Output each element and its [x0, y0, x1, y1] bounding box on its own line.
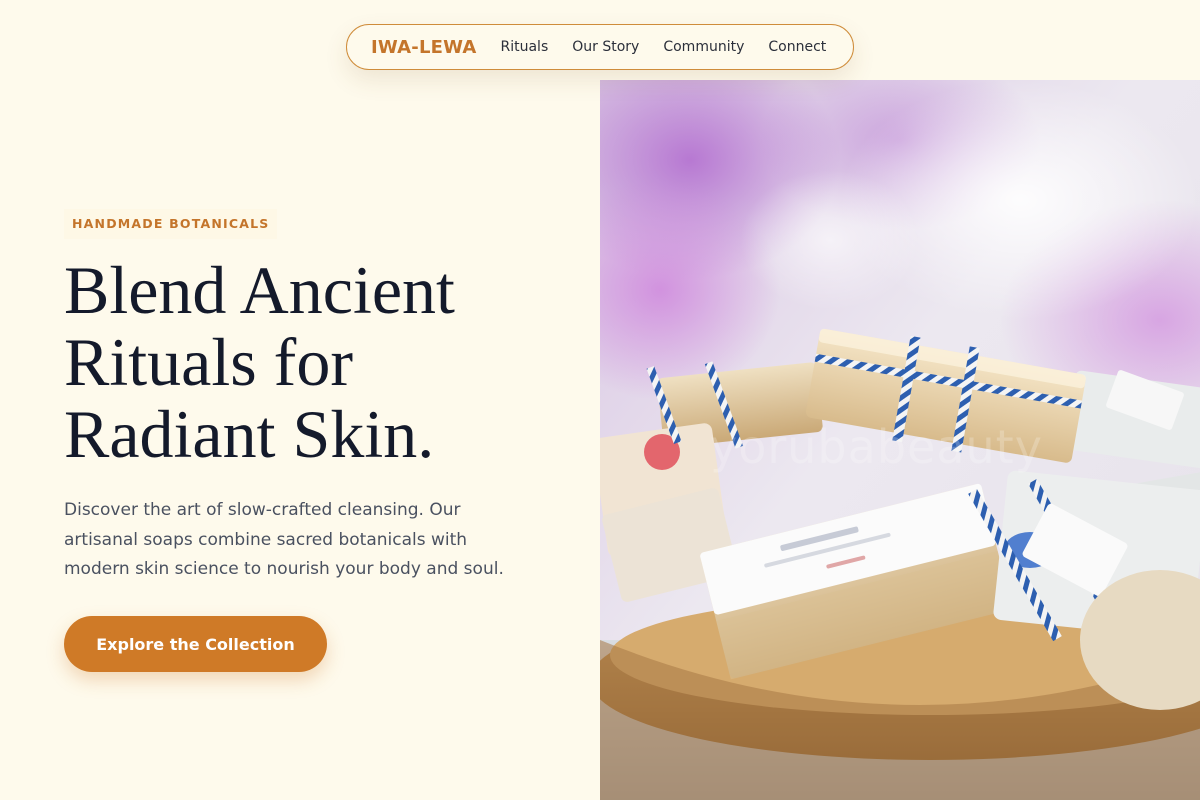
- description-line: modern skin science to nourish your body…: [64, 559, 504, 579]
- hero-image: yorubabeauty: [600, 80, 1200, 800]
- soap-bars-photo: [600, 80, 1200, 800]
- hero-description: Discover the art of slow-crafted cleansi…: [64, 496, 554, 585]
- eyebrow-badge: HANDMADE BOTANICALS: [64, 209, 278, 239]
- headline-line: Radiant Skin.: [64, 396, 435, 472]
- main-nav: IWA-LEWA Rituals Our Story Community Con…: [346, 24, 854, 70]
- headline-line: Blend Ancient: [64, 252, 455, 328]
- nav-link-community[interactable]: Community: [663, 39, 744, 55]
- description-line: artisanal soaps combine sacred botanical…: [64, 529, 468, 550]
- brand-logo[interactable]: IWA-LEWA: [371, 37, 477, 58]
- nav-link-our-story[interactable]: Our Story: [572, 39, 639, 55]
- nav-link-connect[interactable]: Connect: [768, 39, 826, 55]
- description-line: Discover the art of slow-crafted cleansi…: [64, 500, 461, 520]
- explore-collection-button[interactable]: Explore the Collection: [64, 616, 327, 672]
- nav-link-rituals[interactable]: Rituals: [501, 39, 549, 55]
- headline-line: Rituals for: [64, 324, 353, 400]
- hero-headline: Blend Ancient Rituals for Radiant Skin.: [64, 254, 584, 470]
